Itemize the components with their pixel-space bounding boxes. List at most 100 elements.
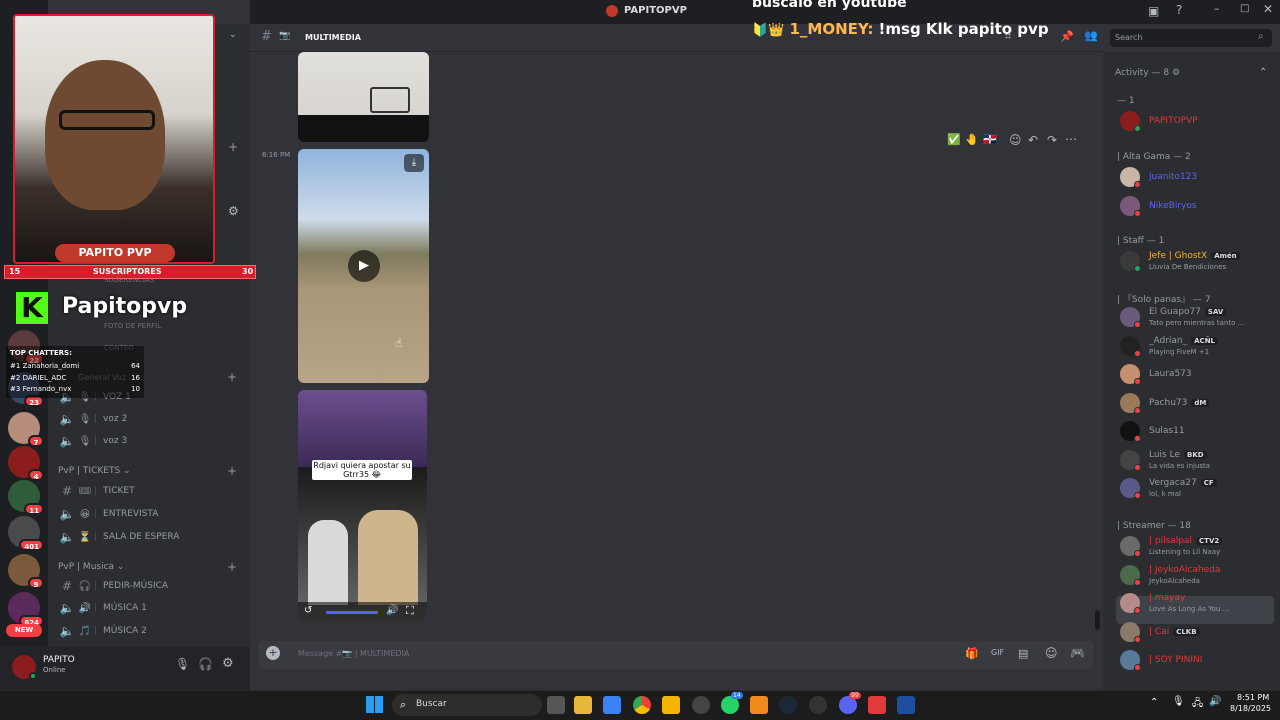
top-chatter-row: #2 DARIEL_ADC 16 [10, 373, 140, 382]
store-icon[interactable] [603, 696, 621, 714]
category-musica[interactable]: PvP | Musica ⌄ [58, 562, 124, 572]
member-item[interactable]: Laura573 [1118, 361, 1274, 389]
video-attachment-field[interactable]: ⤓ ▶ [298, 149, 429, 383]
server-icon-3[interactable]: 7 [8, 412, 44, 447]
app-icon[interactable] [692, 696, 710, 714]
upload-plus-icon[interactable]: + [266, 646, 280, 660]
add-channel-icon[interactable]: + [227, 370, 237, 384]
video-attachment-clip[interactable]: Rdjavi quiera apostar su Gtrr35 😂 ↺ 🔊 ⛶ [298, 390, 427, 623]
member-item[interactable]: | SOY PININI [1118, 647, 1274, 675]
add-channel-icon[interactable]: + [227, 464, 237, 478]
chrome-icon[interactable] [633, 696, 651, 714]
tray-network-icon[interactable]: 🖧 [1192, 696, 1203, 713]
rockstar-icon[interactable] [662, 696, 680, 714]
windows-start-icon[interactable] [366, 696, 383, 713]
settings-gear-icon[interactable]: ⚙ [222, 656, 234, 671]
tray-mic-icon[interactable]: 🎙 [1172, 696, 1185, 707]
server-icon-6[interactable]: 401 [8, 516, 44, 551]
more-options-icon[interactable]: ⋯ [1065, 132, 1077, 146]
reaction-hand[interactable]: 🤚 [965, 133, 979, 146]
server-icon-4[interactable]: 4 [8, 446, 44, 481]
member-tag: CLKB [1173, 627, 1200, 636]
member-item[interactable]: Sulas11 [1118, 418, 1274, 446]
member-item[interactable]: El Guapo77 SAV Tato pero mientras tanto ..… [1118, 304, 1274, 332]
tray-volume-icon[interactable]: 🔊 [1209, 696, 1221, 707]
member-item[interactable]: | pilsalpal CTV2 Listening to Lil Naay [1118, 533, 1274, 561]
file-explorer-icon[interactable] [574, 696, 592, 714]
member-item[interactable]: PAPITOPVP [1118, 108, 1274, 136]
voice-channel-2[interactable]: 🔈 🎙 | voz 2 [58, 409, 243, 429]
search-box[interactable]: Search ⌕ [1110, 29, 1272, 47]
activity-header[interactable]: Activity — 8 ⚙ [1115, 68, 1180, 78]
gift-icon[interactable]: 🎁 [965, 647, 979, 660]
member-item[interactable]: juanito123 [1118, 164, 1274, 192]
voice-channel-3[interactable]: 🔈 🎙 | voz 3 [58, 431, 243, 451]
server-settings-icon[interactable]: ⚙ [228, 204, 239, 218]
chat-message: !msg Klk papito pvp [878, 20, 1049, 38]
replay-icon[interactable]: ↺ [304, 605, 312, 616]
server-icon-8[interactable]: 624 [8, 592, 44, 627]
server-menu-chevron-icon[interactable]: ⌄ [229, 30, 237, 40]
mic-icon[interactable]: 🎙 [175, 657, 190, 671]
channel-ticket[interactable]: # 🎟 | TICKET [58, 481, 243, 501]
vlc-icon[interactable] [750, 696, 768, 714]
task-view-icon[interactable] [547, 696, 565, 714]
member-item[interactable]: _Adrian_ ACÑL Playing FiveM +1 [1118, 333, 1274, 361]
scrollbar[interactable] [1095, 610, 1100, 630]
server-icon-5[interactable]: 11 [8, 480, 44, 515]
category-tickets[interactable]: PvP | TICKETS ⌄ [58, 466, 131, 476]
image-attachment-top[interactable] [298, 52, 429, 142]
reaction-check[interactable]: ✅ [947, 133, 961, 146]
add-reaction-icon[interactable]: ☺ [1009, 133, 1022, 147]
channel-musica-1[interactable]: 🔈 🔊 | MÚSICA 1 [58, 598, 243, 618]
fullscreen-icon[interactable]: ⛶ [406, 604, 414, 618]
maximize-button[interactable]: □ [1240, 3, 1249, 14]
progress-bar[interactable] [326, 611, 378, 614]
member-item[interactable]: Vergaca27 CF lol, k mal [1118, 475, 1274, 503]
steam-icon[interactable] [779, 696, 797, 714]
minimize-button[interactable]: – [1214, 2, 1220, 15]
volume-icon[interactable]: 🔊 [386, 605, 398, 616]
channel-entrevista[interactable]: 🔈 😀 | ENTREVISTA [58, 504, 243, 524]
member-item[interactable]: NikeBiryos [1118, 193, 1274, 221]
tray-chevron-icon[interactable]: ⌃ [1150, 697, 1158, 708]
help-icon[interactable]: ? [1176, 3, 1182, 17]
forward-icon[interactable]: ↷ [1047, 133, 1057, 147]
app-blue-icon[interactable] [897, 696, 915, 714]
add-channel-icon[interactable]: + [227, 560, 237, 574]
obs-icon[interactable] [809, 696, 827, 714]
headphones-icon[interactable]: 🎧 [198, 657, 213, 671]
add-channel-icon[interactable]: + [228, 140, 238, 154]
clock-date[interactable]: 8/18/2025 [1230, 704, 1271, 713]
pin-icon[interactable]: 📌 [1060, 30, 1074, 43]
member-item[interactable]: | mayay Love As Long As You ... [1118, 590, 1274, 618]
close-button[interactable]: ✕ [1263, 2, 1273, 16]
play-button-icon[interactable]: ▶ [348, 250, 380, 282]
member-item[interactable]: | JeykoAlcaheda JeykoAlcaheda [1118, 562, 1274, 590]
channel-sala-espera[interactable]: 🔈 ⏳ | SALA DE ESPERA [58, 527, 243, 547]
clock-time[interactable]: 8:51 PM [1237, 693, 1269, 702]
message-composer[interactable]: + Message #📷 | MULTIMEDIA 🎁 GIF ▤ ☺ 🎮 [258, 641, 1094, 669]
member-item[interactable]: | Cai CLKB [1118, 619, 1274, 647]
channel-pedir-musica[interactable]: # 🎧 | PEDIR-MÚSICA [58, 576, 243, 596]
sticker-icon[interactable]: ▤ [1018, 647, 1028, 660]
gif-icon[interactable]: GIF [991, 648, 1004, 657]
download-icon[interactable]: ⤓ [404, 154, 424, 172]
collapse-chevron-icon[interactable]: ⌃ [1259, 67, 1267, 78]
channel-musica-2[interactable]: 🔈 🎵 | MÚSICA 2 [58, 621, 243, 641]
member-activity: Tato pero mientras tanto ... [1149, 319, 1245, 327]
inbox-icon[interactable]: ▣ [1148, 4, 1159, 18]
member-item[interactable]: Jefe | GhostX Amén Lluvia De Bendiciones [1118, 248, 1274, 276]
reaction-flag[interactable]: 🇩🇴 [983, 133, 997, 146]
app-red-icon[interactable] [868, 696, 886, 714]
server-icon-7[interactable]: 9 [8, 554, 44, 589]
member-item[interactable]: Pachu73 dM [1118, 390, 1274, 418]
emoji-icon[interactable]: ☺ [1045, 646, 1058, 660]
reply-icon[interactable]: ↶ [1028, 133, 1038, 147]
member-name: | JeykoAlcaheda [1149, 564, 1221, 575]
member-list-icon[interactable]: 👥 [1084, 29, 1098, 42]
channel-foto-perfil[interactable]: FOTO DE PERFIL [104, 322, 161, 330]
member-item[interactable]: Luis Le BKD La vida es injusta [1118, 447, 1274, 475]
activity-icon[interactable]: 🎮 [1070, 646, 1085, 660]
taskbar-search[interactable]: ⌕ Buscar [392, 694, 542, 716]
